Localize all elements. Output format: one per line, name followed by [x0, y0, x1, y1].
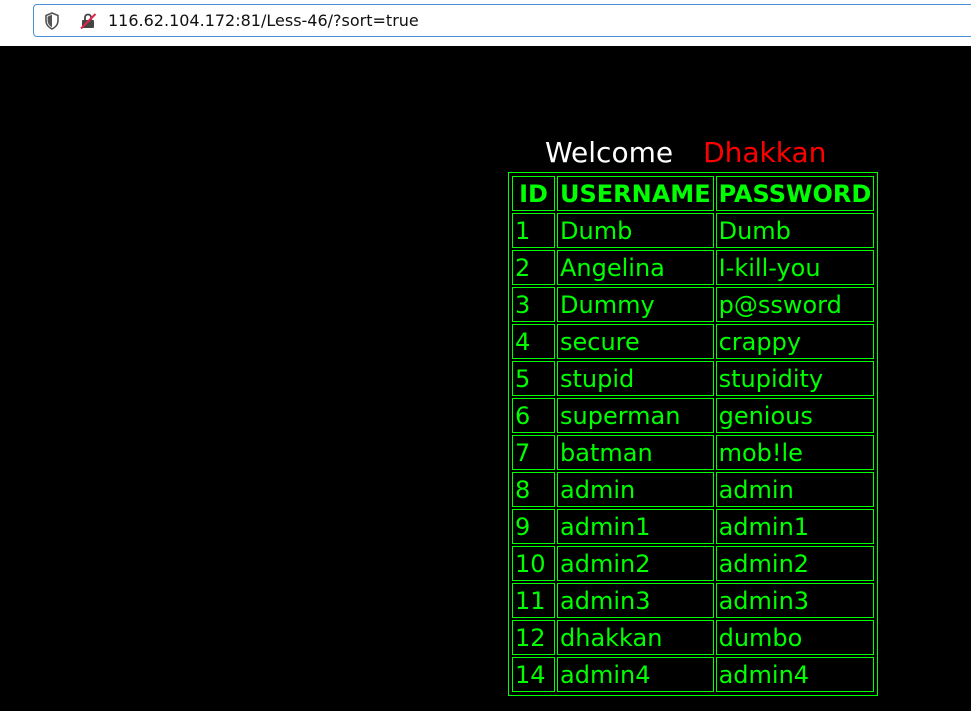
cell-password: genious [715, 398, 875, 433]
column-header-username: USERNAME [557, 176, 714, 211]
table-row: 7 batman mob!le [512, 435, 875, 470]
cell-id: 14 [512, 657, 555, 692]
table-row: 5 stupid stupidity [512, 361, 875, 396]
cell-id: 4 [512, 324, 555, 359]
column-header-password: PASSWORD [715, 176, 875, 211]
cell-username: batman [557, 435, 714, 470]
cell-username: Angelina [557, 250, 714, 285]
cell-username: dhakkan [557, 620, 714, 655]
cell-password: admin1 [715, 509, 875, 544]
cell-id: 8 [512, 472, 555, 507]
cell-username: admin4 [557, 657, 714, 692]
cell-id: 2 [512, 250, 555, 285]
cell-password: mob!le [715, 435, 875, 470]
cell-password: p@ssword [715, 287, 875, 322]
table-row: 1 Dumb Dumb [512, 213, 875, 248]
table-row: 14 admin4 admin4 [512, 657, 875, 692]
address-bar[interactable]: 116.62.104.172:81/Less-46/?sort=true [33, 4, 971, 37]
cell-username: admin3 [557, 583, 714, 618]
users-table: ID USERNAME PASSWORD 1 Dumb Dumb 2 Angelina I… [508, 172, 879, 696]
insecure-connection-icon[interactable] [79, 12, 97, 30]
cell-id: 12 [512, 620, 555, 655]
cell-password: admin3 [715, 583, 875, 618]
welcome-text: Welcome [545, 136, 674, 169]
cell-username: superman [557, 398, 714, 433]
table-row: 6 superman genious [512, 398, 875, 433]
cell-id: 9 [512, 509, 555, 544]
cell-password: Dumb [715, 213, 875, 248]
cell-id: 3 [512, 287, 555, 322]
cell-password: crappy [715, 324, 875, 359]
table-row: 2 Angelina I-kill-you [512, 250, 875, 285]
cell-username: admin2 [557, 546, 714, 581]
table-row: 10 admin2 admin2 [512, 546, 875, 581]
cell-username: stupid [557, 361, 714, 396]
user-name: Dhakkan [703, 136, 827, 169]
table-row: 8 admin admin [512, 472, 875, 507]
table-header-row: ID USERNAME PASSWORD [512, 176, 875, 211]
welcome-banner: Welcome Dhakkan [545, 136, 826, 169]
shield-icon[interactable] [44, 12, 60, 30]
cell-password: I-kill-you [715, 250, 875, 285]
url-text[interactable]: 116.62.104.172:81/Less-46/?sort=true [108, 11, 419, 30]
cell-username: secure [557, 324, 714, 359]
cell-password: admin2 [715, 546, 875, 581]
cell-password: admin [715, 472, 875, 507]
table-row: 9 admin1 admin1 [512, 509, 875, 544]
cell-id: 6 [512, 398, 555, 433]
table-row: 11 admin3 admin3 [512, 583, 875, 618]
column-header-id: ID [512, 176, 555, 211]
cell-id: 10 [512, 546, 555, 581]
cell-id: 5 [512, 361, 555, 396]
cell-username: admin [557, 472, 714, 507]
cell-password: stupidity [715, 361, 875, 396]
cell-id: 7 [512, 435, 555, 470]
browser-toolbar: 116.62.104.172:81/Less-46/?sort=true [0, 0, 971, 46]
cell-id: 1 [512, 213, 555, 248]
cell-id: 11 [512, 583, 555, 618]
cell-username: admin1 [557, 509, 714, 544]
cell-password: dumbo [715, 620, 875, 655]
cell-password: admin4 [715, 657, 875, 692]
table-row: 4 secure crappy [512, 324, 875, 359]
table-row: 12 dhakkan dumbo [512, 620, 875, 655]
cell-username: Dumb [557, 213, 714, 248]
cell-username: Dummy [557, 287, 714, 322]
table-row: 3 Dummy p@ssword [512, 287, 875, 322]
